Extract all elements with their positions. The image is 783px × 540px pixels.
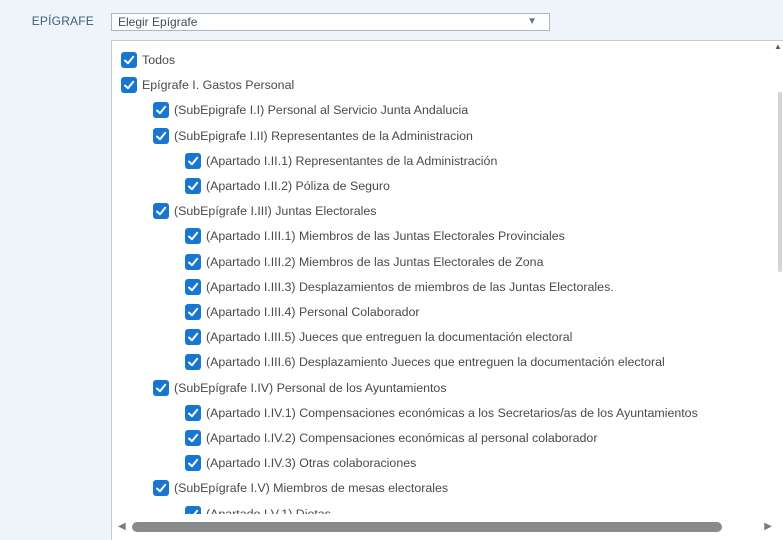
check-icon — [124, 55, 135, 65]
checkbox[interactable] — [153, 480, 169, 497]
tree-item-label: Todos — [142, 53, 176, 67]
checkbox[interactable] — [185, 253, 201, 270]
check-icon — [188, 433, 199, 443]
checkbox[interactable] — [185, 430, 201, 446]
epigrafe-panel: EPÍGRAFE Elegir Epígrafe ▼ Todos Epígrafe… — [0, 0, 783, 540]
tree-item-label: (Apartado I.III.1) Miembros de las Junta… — [206, 229, 565, 244]
checkbox[interactable] — [153, 127, 169, 144]
tree-item-label: (Apartado I.IV.1) Compensaciones económi… — [206, 405, 698, 420]
checkbox[interactable] — [153, 102, 169, 119]
tree-item-label: (Apartado I.III.3) Desplazamientos de mi… — [206, 279, 614, 294]
tree-item-label: (Apartado I.IV.2) Compensaciones económi… — [206, 431, 598, 445]
checkbox[interactable] — [121, 77, 137, 94]
arrow-left-icon[interactable]: ◀ — [118, 521, 126, 533]
vertical-scrollbar[interactable]: ▲ — [773, 41, 783, 513]
checkbox[interactable] — [185, 278, 201, 295]
tree-item-label: (SubEpígrafe I.III) Juntas Electorales — [174, 204, 377, 219]
tree-item-label: (SubEpigrafe I.I) Personal al Servicio J… — [174, 103, 469, 118]
tree-item-label: (SubEpigrafe I.II) Representantes de la … — [174, 128, 473, 143]
check-icon — [188, 156, 199, 165]
epigrafe-label: EPÍGRAFE — [31, 14, 94, 28]
tree-item-label: (SubEpígrafe I.V) Miembros de mesas elec… — [174, 481, 449, 496]
checkbox[interactable] — [185, 354, 201, 371]
check-icon — [188, 458, 199, 468]
check-icon — [188, 358, 199, 367]
checkbox[interactable] — [185, 404, 201, 421]
epigrafe-select-value: Elegir Epígrafe — [118, 15, 198, 29]
checkbox[interactable] — [185, 455, 201, 472]
chevron-down-icon[interactable]: ▼ — [527, 16, 537, 27]
check-icon — [156, 383, 167, 392]
tree-item-label: (SubEpígrafe I.IV) Personal de los Ayunt… — [174, 380, 447, 395]
epigrafe-dropdown-list[interactable]: Todos Epígrafe I. Gastos Personal (SubEpig… — [111, 40, 783, 540]
tree-item-label: (Apartado I.III.6) Desplazamiento Jueces… — [206, 355, 665, 370]
checkbox[interactable] — [185, 329, 201, 346]
tree-item-label: (Apartado I.III.4) Personal Colaborador — [206, 305, 420, 319]
tree-item-label: (Apartado I.III.5) Jueces que entreguen … — [206, 330, 573, 345]
checkbox[interactable] — [185, 178, 201, 194]
horizontal-scrollbar-thumb[interactable] — [132, 522, 722, 532]
checkbox[interactable] — [121, 52, 137, 68]
epigrafe-select[interactable]: Elegir Epígrafe ▼ — [111, 13, 550, 31]
check-icon — [124, 80, 135, 90]
tree-item-label: Epígrafe I. Gastos Personal — [142, 78, 295, 93]
tree-item-label: (Apartado I.II.1) Representantes de la A… — [206, 153, 498, 168]
vertical-scrollbar-thumb[interactable] — [778, 92, 782, 272]
tree-item-label: (Apartado I.IV.3) Otras colaboraciones — [206, 456, 417, 471]
check-icon — [188, 408, 199, 417]
horizontal-scrollbar[interactable]: ◀ ▶ — [112, 514, 783, 540]
arrow-right-icon[interactable]: ▶ — [764, 521, 772, 533]
check-icon — [188, 232, 199, 241]
check-icon — [188, 307, 199, 317]
check-icon — [188, 257, 199, 266]
arrow-up-icon[interactable]: ▲ — [774, 43, 782, 51]
check-icon — [188, 332, 199, 342]
check-icon — [156, 206, 167, 216]
tree-item-label: (Apartado I.II.2) Póliza de Seguro — [206, 179, 390, 193]
check-icon — [188, 181, 199, 191]
check-icon — [156, 484, 167, 493]
checkbox[interactable] — [185, 304, 201, 320]
checkbox[interactable] — [153, 379, 169, 396]
checkbox[interactable] — [153, 203, 169, 220]
check-icon — [156, 131, 167, 140]
check-icon — [188, 282, 199, 291]
checkbox[interactable] — [185, 228, 201, 245]
checkbox[interactable] — [185, 152, 201, 169]
tree-item-label: (Apartado I.III.2) Miembros de las Junta… — [206, 254, 544, 269]
check-icon — [156, 106, 167, 115]
